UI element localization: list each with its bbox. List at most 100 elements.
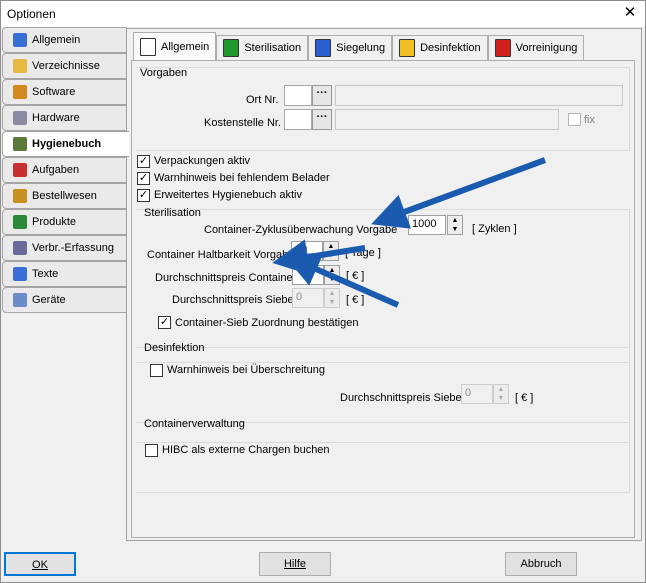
tab-allgemein[interactable]: Allgemein [133,32,217,60]
devices-icon [13,293,27,307]
zyklus-label: Container-Zyklusüberwachung Vorgabe [204,224,398,236]
haltbarkeit-unit: [ Tage ] [345,247,381,259]
sidebar-item-label: Verbr.-Erfassung [32,242,114,254]
text-document-icon [13,267,27,281]
desinfektion-preis-label: Durchschnittspreis Siebe [340,392,462,404]
spin-down-icon[interactable]: ▼ [324,251,338,260]
tab-sterilisation[interactable]: Sterilisation [216,35,309,60]
haltbarkeit-label: Container Haltbarkeit Vorgabe [147,249,295,261]
sidebar-item-verzeichnisse[interactable]: Verzeichnisse [2,53,127,79]
category-sidebar: Allgemein Verzeichnisse Software Hardware Hy… [2,27,129,313]
hygiene-book-icon [13,137,27,151]
products-icon [13,215,27,229]
tab-vorreinigung[interactable]: Vorreinigung [487,35,585,60]
sidebar-item-texte[interactable]: Texte [2,261,127,287]
kostenstelle-label: Kostenstelle Nr. [204,117,282,129]
sidebar-item-label: Software [32,86,76,98]
title-bar: Optionen ✕ [1,1,645,27]
sidebar-item-hygienebuch[interactable]: Hygienebuch [2,131,129,157]
preis-siebe-spinbox[interactable]: 0 [292,288,324,308]
tab-desinfektion[interactable]: Desinfektion [392,35,488,60]
desinfektion-warnhinweis-label: Warnhinweis bei Überschreitung [167,364,325,376]
zuordnung-checkbox[interactable]: ✓ [158,316,171,329]
spin-up-icon[interactable]: ▲ [494,385,508,394]
verpackungen-aktiv-checkbox[interactable]: ✓ [137,155,150,168]
tab-label: Desinfektion [420,42,481,54]
spin-down-icon[interactable]: ▼ [325,275,339,284]
hibc-label: HIBC als externe Chargen buchen [162,444,330,456]
pages-icon [140,37,156,56]
options-dialog: Optionen ✕ Allgemein Verzeichnisse Softwar… [0,0,646,583]
ok-button[interactable]: OK [4,552,76,576]
sidebar-item-label: Verzeichnisse [32,60,100,72]
tab-label: Sterilisation [244,42,302,54]
preis-siebe-spin-buttons[interactable]: ▲ ▼ [324,288,340,308]
tab-panel: Allgemein Sterilisation Siegelung Desinfekt… [126,28,642,541]
tab-label: Siegelung [336,42,386,54]
hibc-checkbox[interactable] [145,444,158,457]
spin-up-icon[interactable]: ▲ [325,266,339,275]
sidebar-item-geräte[interactable]: Geräte [2,287,127,313]
erweitertes-hygienebuch-checkbox[interactable]: ✓ [137,189,150,202]
desinfektion-preis-spin-buttons[interactable]: ▲ ▼ [493,384,509,404]
zyklus-spin-buttons[interactable]: ▲ ▼ [447,215,463,235]
sidebar-item-allgemein[interactable]: Allgemein [2,27,127,53]
desinfektion-preis-spinbox[interactable]: 0 [461,384,493,404]
sidebar-item-label: Produkte [32,216,77,228]
tab-siegelung[interactable]: Siegelung [308,35,393,60]
kostenstelle-input[interactable] [284,109,312,130]
haltbarkeit-spinbox[interactable]: 90 [291,241,323,261]
preis-container-spin-buttons[interactable]: ▲ ▼ [324,265,340,285]
folder-icon [13,59,27,73]
consumption-icon [13,241,27,255]
sidebar-item-aufgaben[interactable]: Aufgaben [2,157,127,183]
preis-siebe-label: Durchschnittspreis Siebe [172,294,294,306]
preis-container-spinbox[interactable] [292,265,324,285]
help-button[interactable]: Hilfe [259,552,331,576]
sidebar-item-bestellwesen[interactable]: Bestellwesen [2,183,127,209]
containerverwaltung-legend: Containerverwaltung [144,418,245,430]
sidebar-item-label: Hygienebuch [32,138,102,150]
sidebar-item-hardware[interactable]: Hardware [2,105,127,131]
sidebar-item-label: Bestellwesen [32,190,97,202]
zuordnung-label: Container-Sieb Zuordnung bestätigen [175,317,359,329]
sidebar-item-verbr-erfassung[interactable]: Verbr.-Erfassung [2,235,127,261]
cancel-button[interactable]: Abbruch [505,552,577,576]
ort-input[interactable] [284,85,312,106]
preis-container-unit: [ € ] [346,270,365,282]
tasks-icon [13,163,27,177]
spin-down-icon[interactable]: ▼ [448,225,462,234]
containerverwaltung-group [136,422,630,493]
window-title: Optionen [7,7,56,21]
spin-up-icon[interactable]: ▲ [325,289,339,298]
kostenstelle-description-field [335,109,559,130]
software-icon [13,85,27,99]
sidebar-item-software[interactable]: Software [2,79,127,105]
spin-up-icon[interactable]: ▲ [448,216,462,225]
sidebar-item-label: Texte [32,268,59,280]
close-icon[interactable]: ✕ [619,3,641,23]
ort-lookup-button[interactable]: ··· [312,85,332,106]
warnhinweis-belader-checkbox[interactable]: ✓ [137,172,150,185]
sidebar-item-produkte[interactable]: Produkte [2,209,127,235]
desinfektion-warnhinweis-checkbox[interactable] [150,364,163,377]
spin-down-icon[interactable]: ▼ [325,298,339,307]
red-book-icon [494,39,511,57]
hardware-icon [13,111,27,125]
order-box-icon [13,189,27,203]
sidebar-item-label: Geräte [32,294,66,306]
vorgaben-legend: Vorgaben [140,67,188,79]
tab-strip: Allgemein Sterilisation Siegelung Desinfekt… [133,32,585,60]
zyklus-unit: [ Zyklen ] [472,223,517,235]
spin-down-icon[interactable]: ▼ [494,394,508,403]
kostenstelle-lookup-button[interactable]: ··· [312,109,332,130]
fix-checkbox[interactable] [568,113,581,126]
blue-book-icon [315,39,332,57]
zyklus-spinbox[interactable]: 1000 [408,215,446,235]
spin-up-icon[interactable]: ▲ [324,242,338,251]
sidebar-item-label: Aufgaben [32,164,80,176]
preis-container-label: Durchschnittspreis Container [155,272,297,284]
tab-label: Vorreinigung [515,42,578,54]
fix-label: fix [584,114,595,126]
haltbarkeit-spin-buttons[interactable]: ▲ ▼ [323,241,339,261]
